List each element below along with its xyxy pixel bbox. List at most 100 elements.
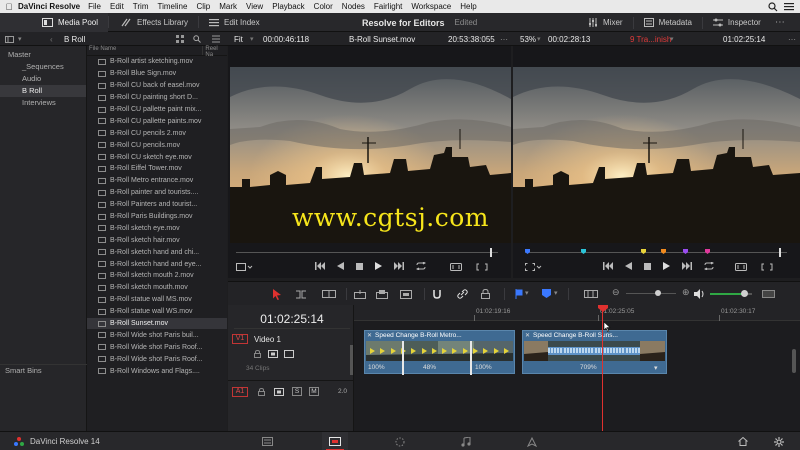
clip-list-item[interactable]: B-Roll CU pallette paints.mov bbox=[87, 115, 227, 127]
clip-list-item[interactable]: B-Roll CU painting short D... bbox=[87, 92, 227, 104]
source-viewer-mode-icon[interactable] bbox=[236, 263, 254, 271]
source-scrubber[interactable] bbox=[236, 252, 498, 253]
bin-interviews[interactable]: Interviews bbox=[0, 97, 86, 109]
zoom-slider-track[interactable] bbox=[626, 293, 676, 294]
media-page-icon[interactable] bbox=[262, 437, 273, 446]
full-extent-zoom-icon[interactable] bbox=[584, 290, 598, 298]
menu-view[interactable]: View bbox=[246, 2, 263, 11]
back-arrow-icon[interactable]: ‹ bbox=[50, 32, 58, 46]
timeline-name[interactable]: 9 Tra...inish bbox=[630, 32, 671, 46]
insert-clip-icon[interactable] bbox=[354, 290, 366, 299]
fairlight-page-icon[interactable] bbox=[461, 437, 471, 447]
menu-timeline[interactable]: Timeline bbox=[158, 2, 188, 11]
speed-point-handle[interactable] bbox=[402, 341, 404, 375]
close-icon[interactable]: ✕ bbox=[525, 332, 530, 339]
clip-list-item[interactable]: B-Roll sketch mouth.mov bbox=[87, 282, 227, 294]
menu-fairlight[interactable]: Fairlight bbox=[374, 2, 402, 11]
clip-list-item[interactable]: B-Roll CU pencils 2.mov bbox=[87, 127, 227, 139]
audio-track-id[interactable]: A1 bbox=[232, 387, 248, 397]
source-playhead[interactable] bbox=[490, 248, 493, 257]
gear-icon[interactable] bbox=[774, 437, 784, 447]
bin-audio[interactable]: Audio bbox=[0, 73, 86, 85]
deliver-page-icon[interactable] bbox=[527, 437, 537, 447]
media-pool-button[interactable]: Media Pool bbox=[0, 12, 109, 32]
zoom-out-icon[interactable]: ⊖ bbox=[612, 287, 620, 298]
zoom-in-icon[interactable]: ⊕ bbox=[682, 287, 690, 298]
notification-list-icon[interactable] bbox=[784, 2, 794, 11]
close-icon[interactable]: ✕ bbox=[367, 332, 372, 339]
video-track-name[interactable]: Video 1 bbox=[254, 335, 281, 344]
clip-list-item[interactable]: B-Roll CU pallette paint mix... bbox=[87, 104, 227, 116]
search-icon[interactable] bbox=[193, 32, 201, 46]
dim-audio-icon[interactable] bbox=[762, 290, 775, 298]
loop-icon[interactable] bbox=[704, 262, 714, 270]
clip-list-item[interactable]: B-Roll Sunset.mov bbox=[87, 317, 227, 330]
more-options-icon[interactable]: ⋯ bbox=[788, 32, 796, 46]
home-icon[interactable] bbox=[738, 437, 748, 446]
clip-list-item[interactable]: B-Roll sketch eye.mov bbox=[87, 222, 227, 234]
jump-to-end-icon[interactable] bbox=[682, 262, 692, 270]
smart-bins-header[interactable]: Smart Bins bbox=[0, 364, 87, 376]
chevron-down-icon[interactable]: ▾ bbox=[537, 32, 541, 46]
menu-help[interactable]: Help bbox=[460, 2, 476, 11]
mark-in-out-icon[interactable] bbox=[476, 263, 488, 271]
inspector-button[interactable]: Inspector bbox=[703, 13, 771, 32]
speed-label[interactable]: 100% bbox=[368, 364, 385, 371]
list-view-icon[interactable] bbox=[212, 32, 220, 46]
chevron-down-icon[interactable]: ▾ bbox=[654, 364, 658, 372]
timeline-playhead-head[interactable] bbox=[598, 305, 608, 312]
speed-label[interactable]: 100% bbox=[475, 364, 492, 371]
match-frame-icon[interactable] bbox=[450, 263, 462, 271]
stop-icon[interactable] bbox=[356, 262, 363, 270]
solo-button[interactable]: S bbox=[292, 387, 302, 396]
metadata-button[interactable]: Metadata bbox=[634, 13, 702, 32]
clip-list-item[interactable]: B-Roll painter and tourists.... bbox=[87, 187, 227, 199]
clip-list-item[interactable]: B-Roll Eiffel Tower.mov bbox=[87, 163, 227, 175]
clip-list-item[interactable]: B-Roll statue wall WS.mov bbox=[87, 306, 227, 318]
blade-edit-mode-icon[interactable] bbox=[322, 290, 336, 298]
speed-label[interactable]: 48% bbox=[423, 364, 436, 371]
replace-clip-icon[interactable] bbox=[400, 290, 412, 299]
bin-sequences[interactable]: _Sequences bbox=[0, 61, 86, 73]
zoom-slider-handle[interactable] bbox=[655, 290, 661, 296]
speed-point-handle[interactable] bbox=[470, 341, 472, 375]
timeline-marker-icon[interactable] bbox=[661, 249, 666, 254]
speaker-icon[interactable] bbox=[694, 289, 705, 299]
loop-icon[interactable] bbox=[416, 262, 426, 270]
marker-icon[interactable] bbox=[542, 289, 551, 298]
chevron-down-icon[interactable]: ▾ bbox=[525, 289, 529, 297]
play-icon[interactable] bbox=[375, 262, 382, 270]
video-track-id[interactable]: V1 bbox=[232, 334, 248, 344]
match-frame-icon[interactable] bbox=[735, 263, 747, 271]
column-file-name[interactable]: File Name bbox=[87, 46, 202, 55]
edit-index-button[interactable]: Edit Index bbox=[199, 13, 270, 32]
timeline-ruler[interactable]: 01:02:19:16 01:02:25:05 01:02:30:17 bbox=[354, 305, 800, 321]
snapping-magnet-icon[interactable] bbox=[432, 289, 442, 299]
speed-label[interactable]: 709% bbox=[580, 364, 597, 371]
clip-list-item[interactable]: B-Roll artist sketching.mov bbox=[87, 56, 227, 68]
more-options-icon[interactable]: ⋯ bbox=[500, 32, 508, 46]
menu-workspace[interactable]: Workspace bbox=[411, 2, 451, 11]
volume-slider-handle[interactable] bbox=[741, 290, 748, 297]
menu-file[interactable]: File bbox=[88, 2, 101, 11]
edit-page-tab[interactable] bbox=[322, 432, 348, 450]
timeline-vertical-scrollbar[interactable] bbox=[792, 349, 796, 373]
clip-list-item[interactable]: B-Roll sketch mouth 2.mov bbox=[87, 270, 227, 282]
clip-list-item[interactable]: B-Roll Blue Sign.mov bbox=[87, 68, 227, 80]
clip-list-item[interactable]: B-Roll statue wall MS.mov bbox=[87, 294, 227, 306]
chevron-down-icon[interactable]: ▾ bbox=[250, 32, 254, 46]
clip-list-item[interactable]: B-Roll Windows and Flags.... bbox=[87, 365, 227, 377]
track-lock-icon[interactable] bbox=[254, 350, 261, 358]
mixer-button[interactable]: Mixer bbox=[578, 13, 633, 32]
clip-list-item[interactable]: B-Roll Painters and tourist... bbox=[87, 199, 227, 211]
trim-mode-icon[interactable] bbox=[296, 290, 306, 299]
track-lock-icon[interactable] bbox=[258, 388, 265, 396]
menu-trim[interactable]: Trim bbox=[133, 2, 149, 11]
bin-b-roll[interactable]: B Roll bbox=[0, 85, 86, 97]
menu-app-name[interactable]: DaVinci Resolve bbox=[18, 2, 80, 11]
flag-icon[interactable] bbox=[515, 289, 523, 299]
menu-clip[interactable]: Clip bbox=[196, 2, 210, 11]
timeline-clip-metro[interactable]: ✕ Speed Change B-Roll Metro... 100% 48% … bbox=[364, 330, 515, 375]
chevron-down-icon[interactable]: ▾ bbox=[670, 32, 674, 46]
jump-to-end-icon[interactable] bbox=[394, 262, 404, 270]
